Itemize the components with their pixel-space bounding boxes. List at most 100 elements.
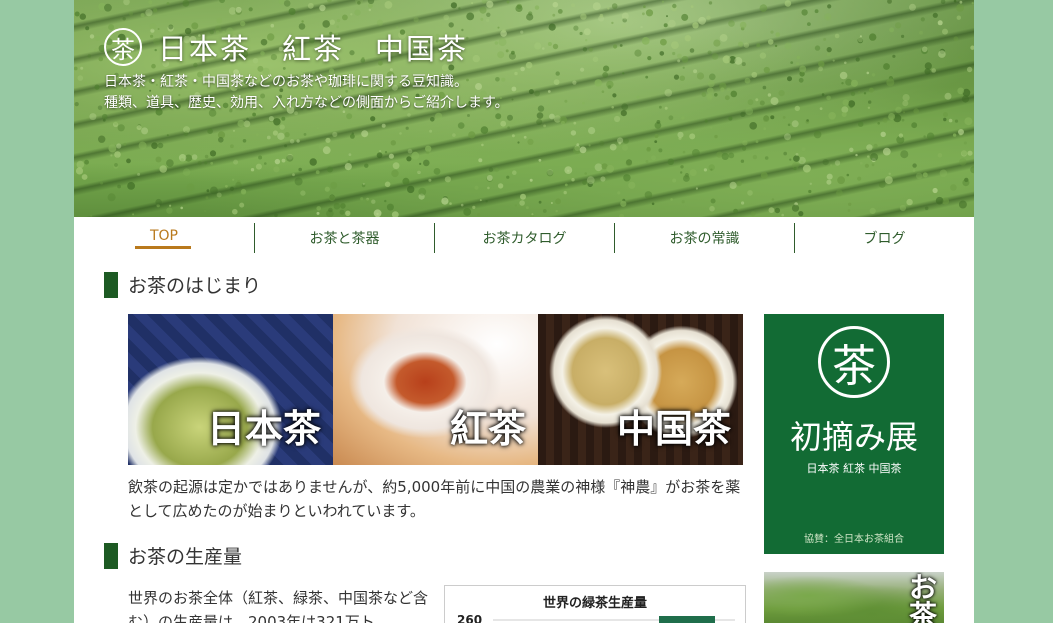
section-title-origin: お茶のはじまり [128,275,262,297]
leaf-speck [248,7,253,12]
leaf-speck [739,21,747,29]
leaf-speck [206,189,210,193]
leaf-speck [959,0,963,4]
site-tagline: 日本茶・紅茶・中国茶などのお茶や珈琲に関する豆知識。 種類、道具、歴史、効用、入… [104,72,509,114]
leaf-speck [85,26,90,31]
nav-item-top[interactable]: TOP [74,223,254,253]
site-brand[interactable]: 茶 日本茶 紅茶 中国茶 [104,26,468,68]
leaf-speck [347,160,351,164]
leaf-speck [613,44,618,49]
leaf-speck [953,36,959,42]
leaf-speck [823,37,827,41]
leaf-speck [656,120,661,124]
leaf-speck [826,95,831,101]
leaf-speck [863,92,867,95]
leaf-speck [924,62,932,70]
event-banner[interactable]: 茶 初摘み展 日本茶 紅茶 中国茶 協賛：全日本お茶組合 [764,314,944,554]
leaf-speck [781,213,784,217]
leaf-speck [659,51,665,56]
leaf-speck [534,42,542,50]
leaf-speck [809,182,812,185]
leaf-speck [538,200,542,204]
leaf-speck [882,117,888,123]
leaf-speck [552,1,559,8]
leaf-speck [869,33,877,41]
leaf-speck [787,76,792,82]
leaf-speck [94,48,98,52]
leaf-speck [266,135,271,140]
leaf-speck [743,42,750,48]
leaf-speck [76,160,85,169]
nav-item-blog[interactable]: ブログ [794,223,974,253]
leaf-speck [235,181,242,189]
leaf-speck [738,41,744,47]
leaf-speck [745,107,754,116]
leaf-speck [887,0,892,4]
leaf-speck [793,155,800,162]
leaf-speck [205,196,209,200]
leaf-speck [216,17,223,24]
leaf-speck [74,11,80,17]
leaf-speck [278,0,285,5]
sidebar-photo-banner[interactable]: お茶 [764,572,944,623]
leaf-speck [948,118,953,123]
leaf-speck [944,92,952,100]
nav-item-tea-catalog[interactable]: お茶カタログ [434,223,614,253]
leaf-speck [555,209,558,213]
leaf-speck [719,34,728,42]
tile-japanese-tea[interactable]: 日本茶 [128,314,333,465]
nav-item-tea-basics[interactable]: お茶の常識 [614,223,794,253]
leaf-speck [550,202,553,204]
leaf-speck [514,204,517,207]
leaf-speck [255,133,259,137]
leaf-speck [842,99,850,106]
leaf-speck [770,30,774,34]
leaf-speck [329,19,335,25]
leaf-speck [607,85,612,90]
leaf-speck [588,144,591,147]
leaf-speck [756,43,761,48]
leaf-speck [733,208,738,214]
leaf-speck [180,206,183,210]
leaf-speck [458,7,461,10]
leaf-speck [869,207,876,214]
leaf-speck [956,4,964,12]
leaf-speck [619,44,623,47]
leaf-speck [405,126,409,130]
leaf-speck [328,194,336,202]
tile-chinese-tea[interactable]: 中国茶 [538,314,743,465]
leaf-speck [659,105,662,109]
leaf-speck [104,3,112,12]
tea-logo-icon: 茶 [818,326,890,398]
leaf-speck [116,143,122,149]
leaf-speck [555,198,561,205]
nav-item-tea-and-teaware[interactable]: お茶と茶器 [254,223,434,253]
main-nav: TOP お茶と茶器 お茶カタログ お茶の常識 ブログ [74,217,974,255]
tea-types-banner: 日本茶 紅茶 中国茶 [128,314,744,465]
leaf-speck [579,31,583,36]
leaf-speck [346,113,353,120]
leaf-speck [959,158,967,166]
leaf-speck [472,54,480,63]
leaf-speck [782,116,786,119]
leaf-speck [585,39,588,42]
leaf-speck [663,23,668,28]
leaf-speck [549,113,555,120]
leaf-speck [728,152,735,159]
section-heading-production: お茶の生産量 [104,542,242,569]
leaf-speck [661,0,665,3]
leaf-speck [580,13,587,20]
leaf-speck [884,176,893,185]
leaf-speck [763,115,770,122]
leaf-speck [388,153,394,159]
leaf-speck [406,156,412,162]
leaf-speck [570,130,577,136]
leaf-speck [89,113,97,121]
tile-black-tea[interactable]: 紅茶 [333,314,538,465]
leaf-speck [102,113,108,120]
leaf-speck [767,93,772,97]
leaf-speck [486,0,494,8]
leaf-speck [110,154,113,157]
leaf-speck [444,176,451,183]
leaf-speck [75,167,84,175]
